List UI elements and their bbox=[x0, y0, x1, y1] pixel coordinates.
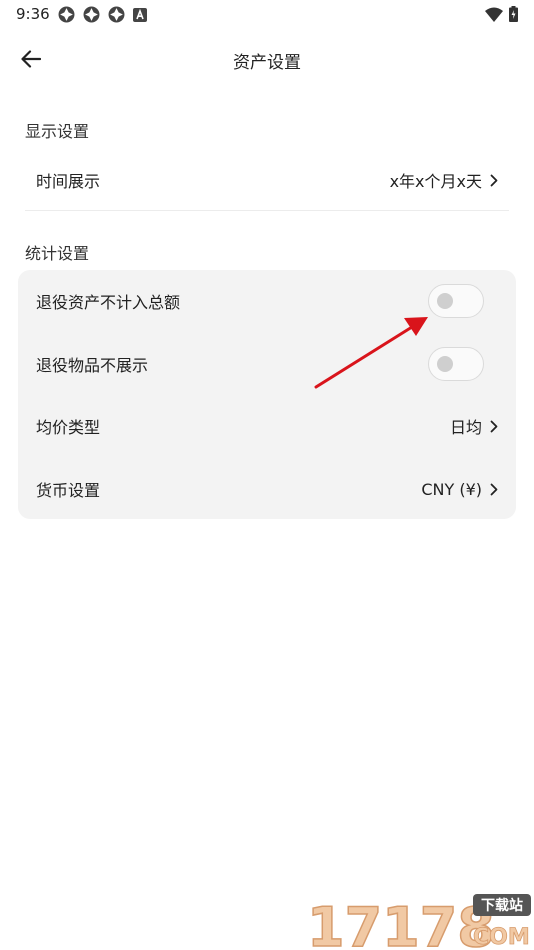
display-section-title: 显示设置 bbox=[25, 122, 90, 141]
app-notification-icon bbox=[108, 6, 125, 23]
watermark-number: 17178 bbox=[307, 896, 495, 950]
battery-charging-icon bbox=[509, 6, 518, 22]
row-label: 时间展示 bbox=[36, 172, 101, 191]
status-time: 9:36 bbox=[16, 5, 50, 23]
row-value: CNY (¥) bbox=[421, 479, 482, 499]
row-value: x年x个月x天 bbox=[389, 172, 482, 191]
app-notification-icon bbox=[58, 6, 75, 23]
chevron-right-icon bbox=[490, 420, 498, 432]
currency-settings-row[interactable]: 货币设置 CNY (¥) bbox=[36, 469, 498, 509]
row-value: 日均 bbox=[449, 418, 482, 437]
status-system-icons bbox=[485, 6, 518, 22]
average-price-type-row[interactable]: 均价类型 日均 bbox=[36, 406, 498, 446]
time-display-row[interactable]: 时间展示 x年x个月x天 bbox=[36, 160, 498, 200]
row-label: 退役资产不计入总额 bbox=[36, 293, 181, 312]
watermark-domain: COM bbox=[473, 925, 530, 950]
stats-section-title: 统计设置 bbox=[25, 244, 90, 263]
app-bar: 资产设置 bbox=[0, 36, 534, 82]
app-notification-icon bbox=[83, 6, 100, 23]
site-watermark-logo: 17178 下载站 COM bbox=[306, 894, 531, 950]
watermark-badge: 下载站 bbox=[481, 897, 523, 914]
status-bar: 9:36 bbox=[0, 0, 534, 28]
chevron-right-icon bbox=[490, 174, 498, 186]
status-notification-icons bbox=[58, 6, 147, 23]
section-divider bbox=[25, 210, 509, 211]
row-label: 货币设置 bbox=[36, 481, 101, 500]
row-label: 退役物品不展示 bbox=[36, 356, 149, 375]
row-label: 均价类型 bbox=[36, 418, 101, 437]
a-badge-icon bbox=[133, 7, 147, 22]
red-annotation-arrow bbox=[314, 317, 428, 389]
wifi-icon bbox=[485, 7, 503, 22]
page-title: 资产设置 bbox=[233, 53, 301, 73]
chevron-right-icon bbox=[490, 483, 498, 495]
